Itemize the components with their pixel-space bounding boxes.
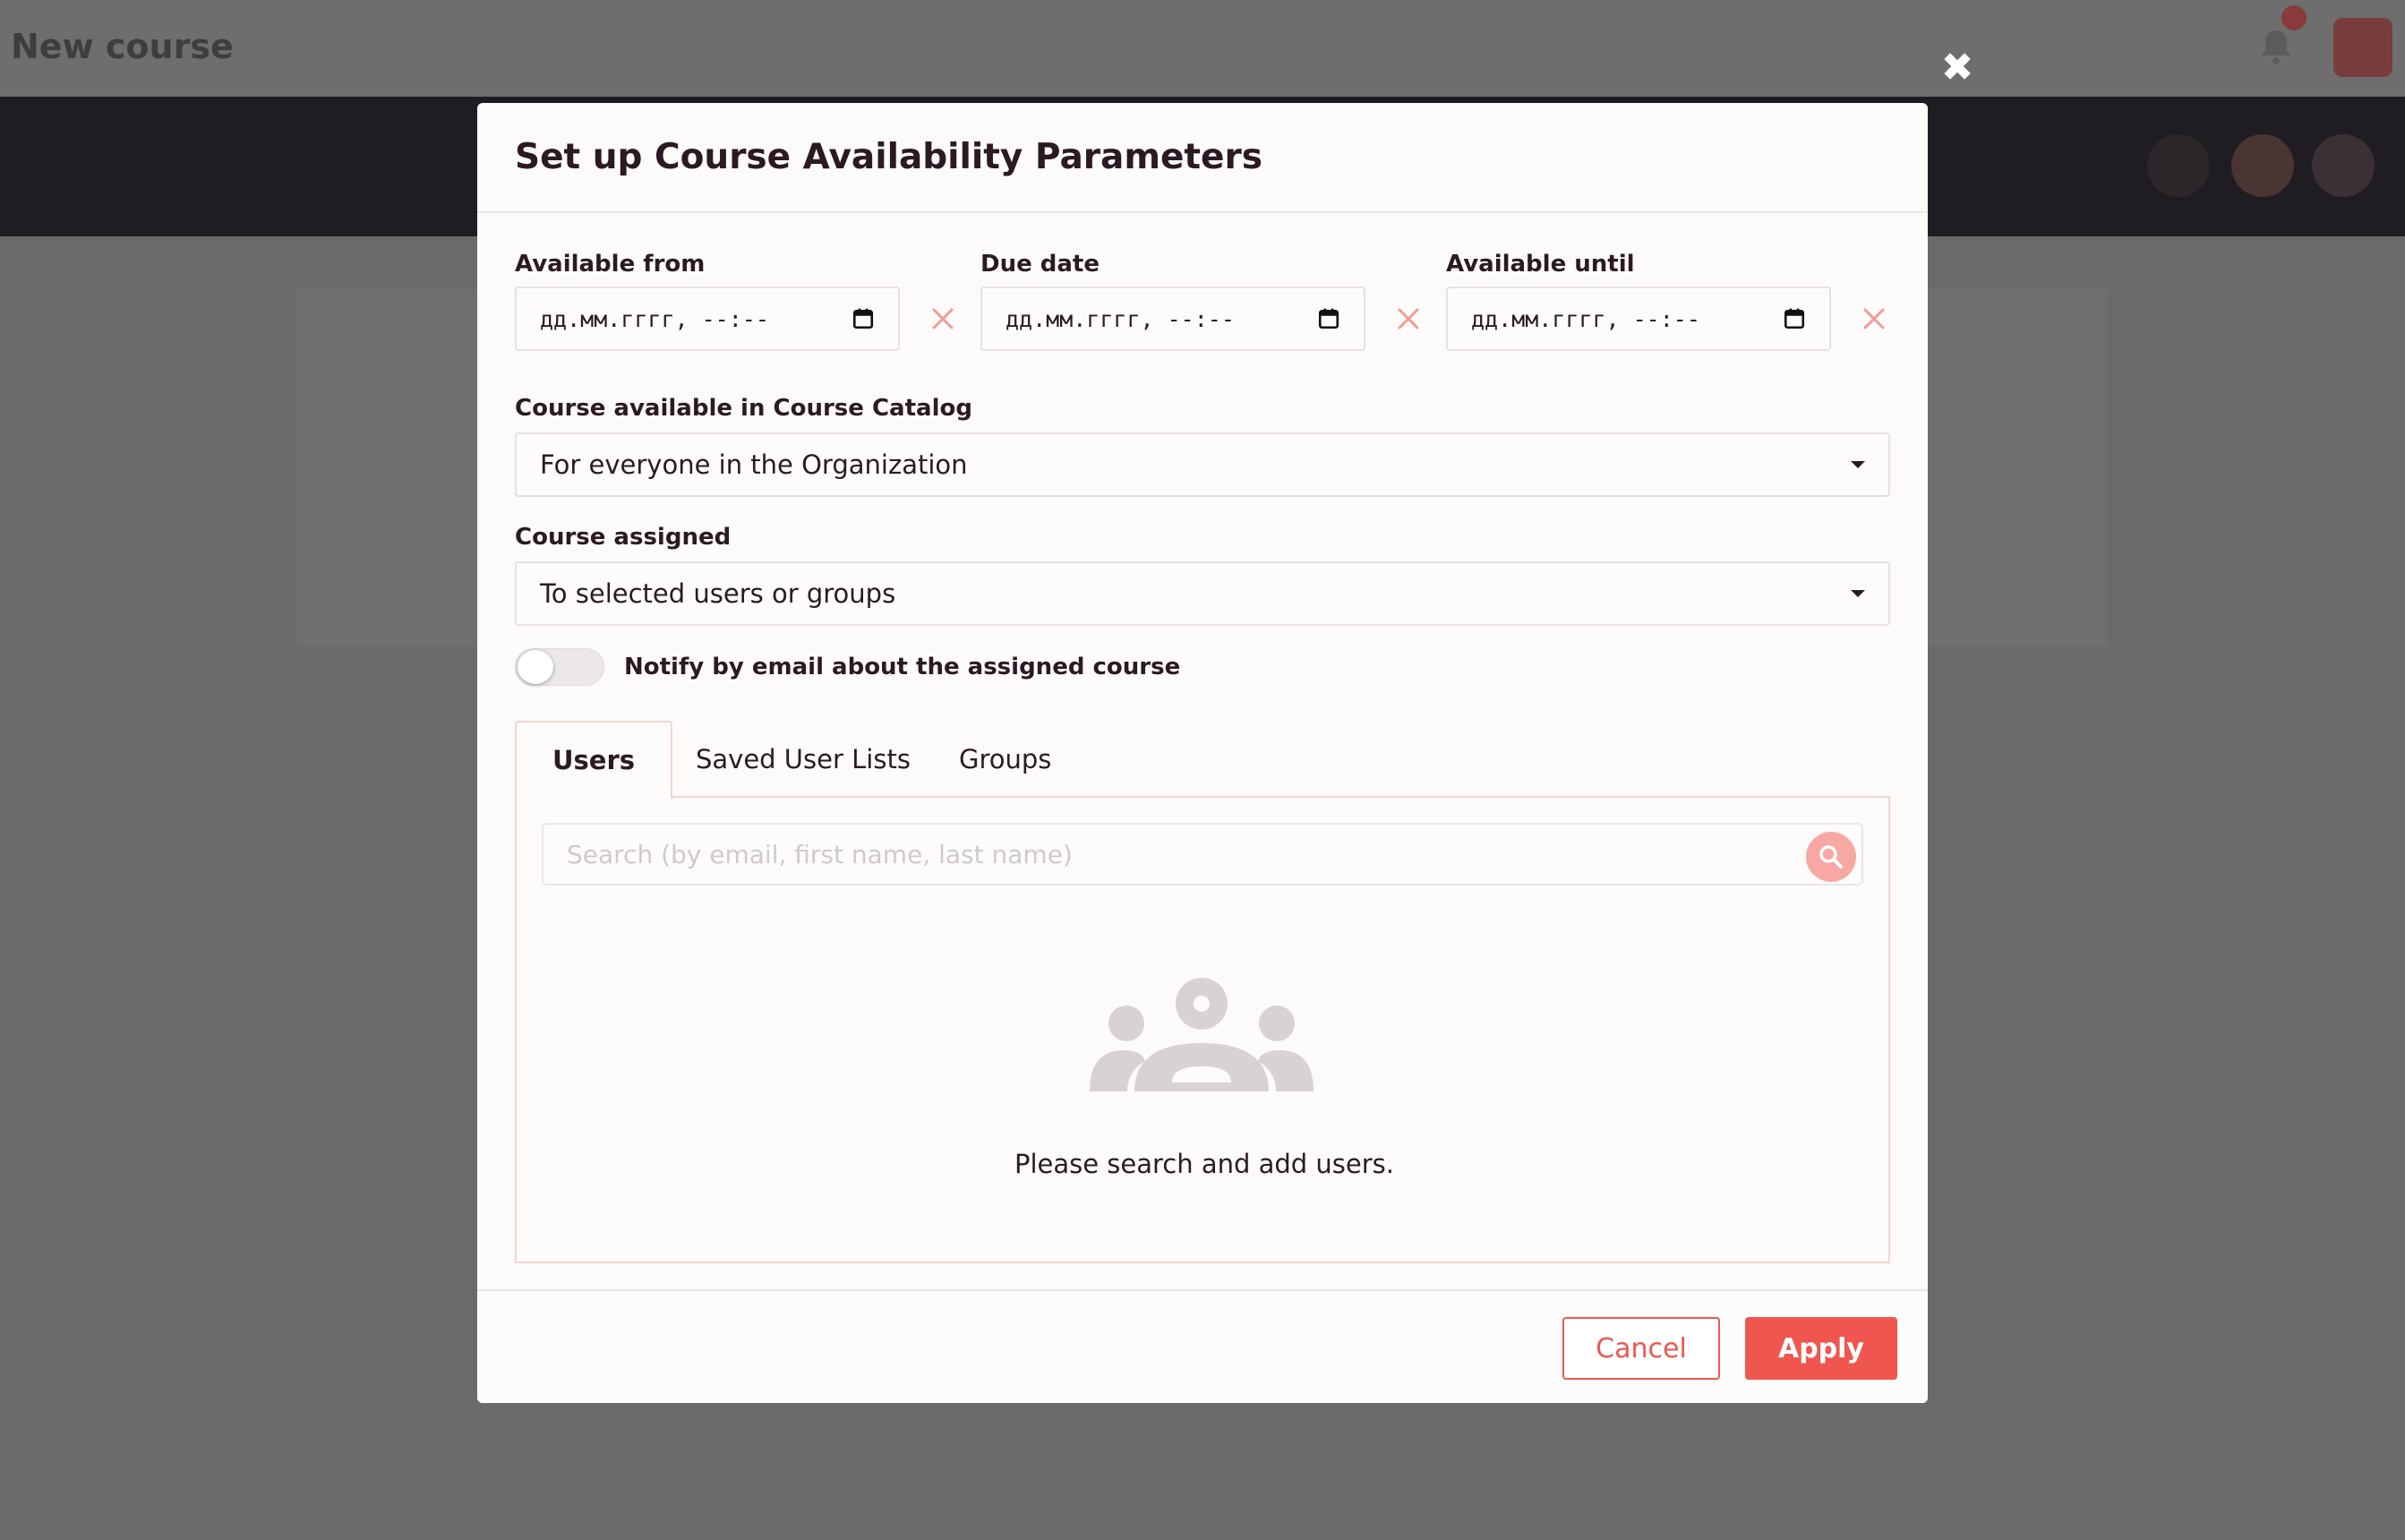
- catalog-availability-label: Course available in Course Catalog: [515, 395, 972, 422]
- background-page-title: New course: [11, 27, 234, 66]
- available-until-input[interactable]: дд.мм.гггг, --:--: [1446, 287, 1831, 351]
- caret-down-icon: [1851, 590, 1865, 597]
- notification-badge: [2281, 5, 2307, 30]
- tab-groups[interactable]: Groups: [923, 721, 1087, 798]
- avatar: [2333, 18, 2392, 77]
- search-icon: [1819, 845, 1843, 868]
- background-icon: [2147, 134, 2210, 197]
- available-until-value: дд.мм.гггг, --:--: [1471, 305, 1700, 332]
- available-from-value: дд.мм.гггг, --:--: [540, 305, 769, 332]
- notify-toggle[interactable]: [515, 648, 604, 686]
- calendar-icon[interactable]: [1783, 307, 1806, 330]
- calendar-icon[interactable]: [1317, 307, 1340, 330]
- due-date-value: дд.мм.гггг, --:--: [1006, 305, 1235, 332]
- empty-state-message: Please search and add users.: [1014, 1149, 1395, 1179]
- users-tab-panel: Please search and add users.: [515, 798, 1890, 1263]
- catalog-availability-group: Course available in Course Catalog For e…: [515, 395, 1890, 497]
- course-assigned-group: Course assigned To selected users or gro…: [515, 524, 1890, 626]
- user-search-input[interactable]: [567, 839, 1838, 869]
- search-button[interactable]: [1806, 832, 1856, 882]
- user-search-box: [542, 823, 1863, 886]
- due-date-label: Due date: [980, 251, 1100, 278]
- background-avatar: [2312, 134, 2375, 197]
- toggle-knob: [518, 650, 553, 684]
- availability-modal: Set up Course Availability Parameters Av…: [477, 103, 1928, 1403]
- available-from-input[interactable]: дд.мм.гггг, --:--: [515, 287, 900, 351]
- cancel-button[interactable]: Cancel: [1562, 1317, 1720, 1380]
- notify-label: Notify by email about the assigned cours…: [624, 654, 1181, 680]
- course-assigned-select[interactable]: To selected users or groups: [515, 561, 1890, 626]
- catalog-availability-value: For everyone in the Organization: [540, 449, 968, 480]
- tab-users[interactable]: Users: [515, 721, 673, 800]
- catalog-availability-select[interactable]: For everyone in the Organization: [515, 432, 1890, 497]
- caret-down-icon: [1851, 461, 1865, 468]
- users-group-icon: [1090, 978, 1314, 1091]
- modal-title: Set up Course Availability Parameters: [515, 137, 1262, 177]
- modal-footer: Cancel Apply: [477, 1289, 1928, 1403]
- clear-due-date-icon[interactable]: [1391, 287, 1426, 351]
- course-assigned-label: Course assigned: [515, 524, 732, 551]
- clear-available-from-icon[interactable]: [925, 287, 961, 351]
- tab-saved-user-lists[interactable]: Saved User Lists: [660, 721, 946, 798]
- available-from-label: Available from: [515, 251, 706, 278]
- available-until-label: Available until: [1446, 251, 1635, 278]
- clear-available-until-icon[interactable]: [1856, 287, 1892, 351]
- modal-header: Set up Course Availability Parameters: [477, 103, 1928, 213]
- close-icon[interactable]: ✖: [1939, 48, 1975, 88]
- background-topbar: New course: [0, 0, 2405, 97]
- calendar-icon[interactable]: [852, 307, 875, 330]
- due-date-input[interactable]: дд.мм.гггг, --:--: [980, 287, 1365, 351]
- date-fields-row: Available from дд.мм.гггг, --:-- Due dat…: [515, 251, 1890, 358]
- notify-row: Notify by email about the assigned cours…: [515, 647, 1180, 687]
- apply-button[interactable]: Apply: [1745, 1317, 1897, 1380]
- user-tabs: Users Saved User Lists Groups: [515, 721, 1890, 800]
- bell-icon: [2258, 27, 2298, 66]
- course-assigned-value: To selected users or groups: [540, 578, 896, 609]
- background-avatar: [2231, 134, 2294, 197]
